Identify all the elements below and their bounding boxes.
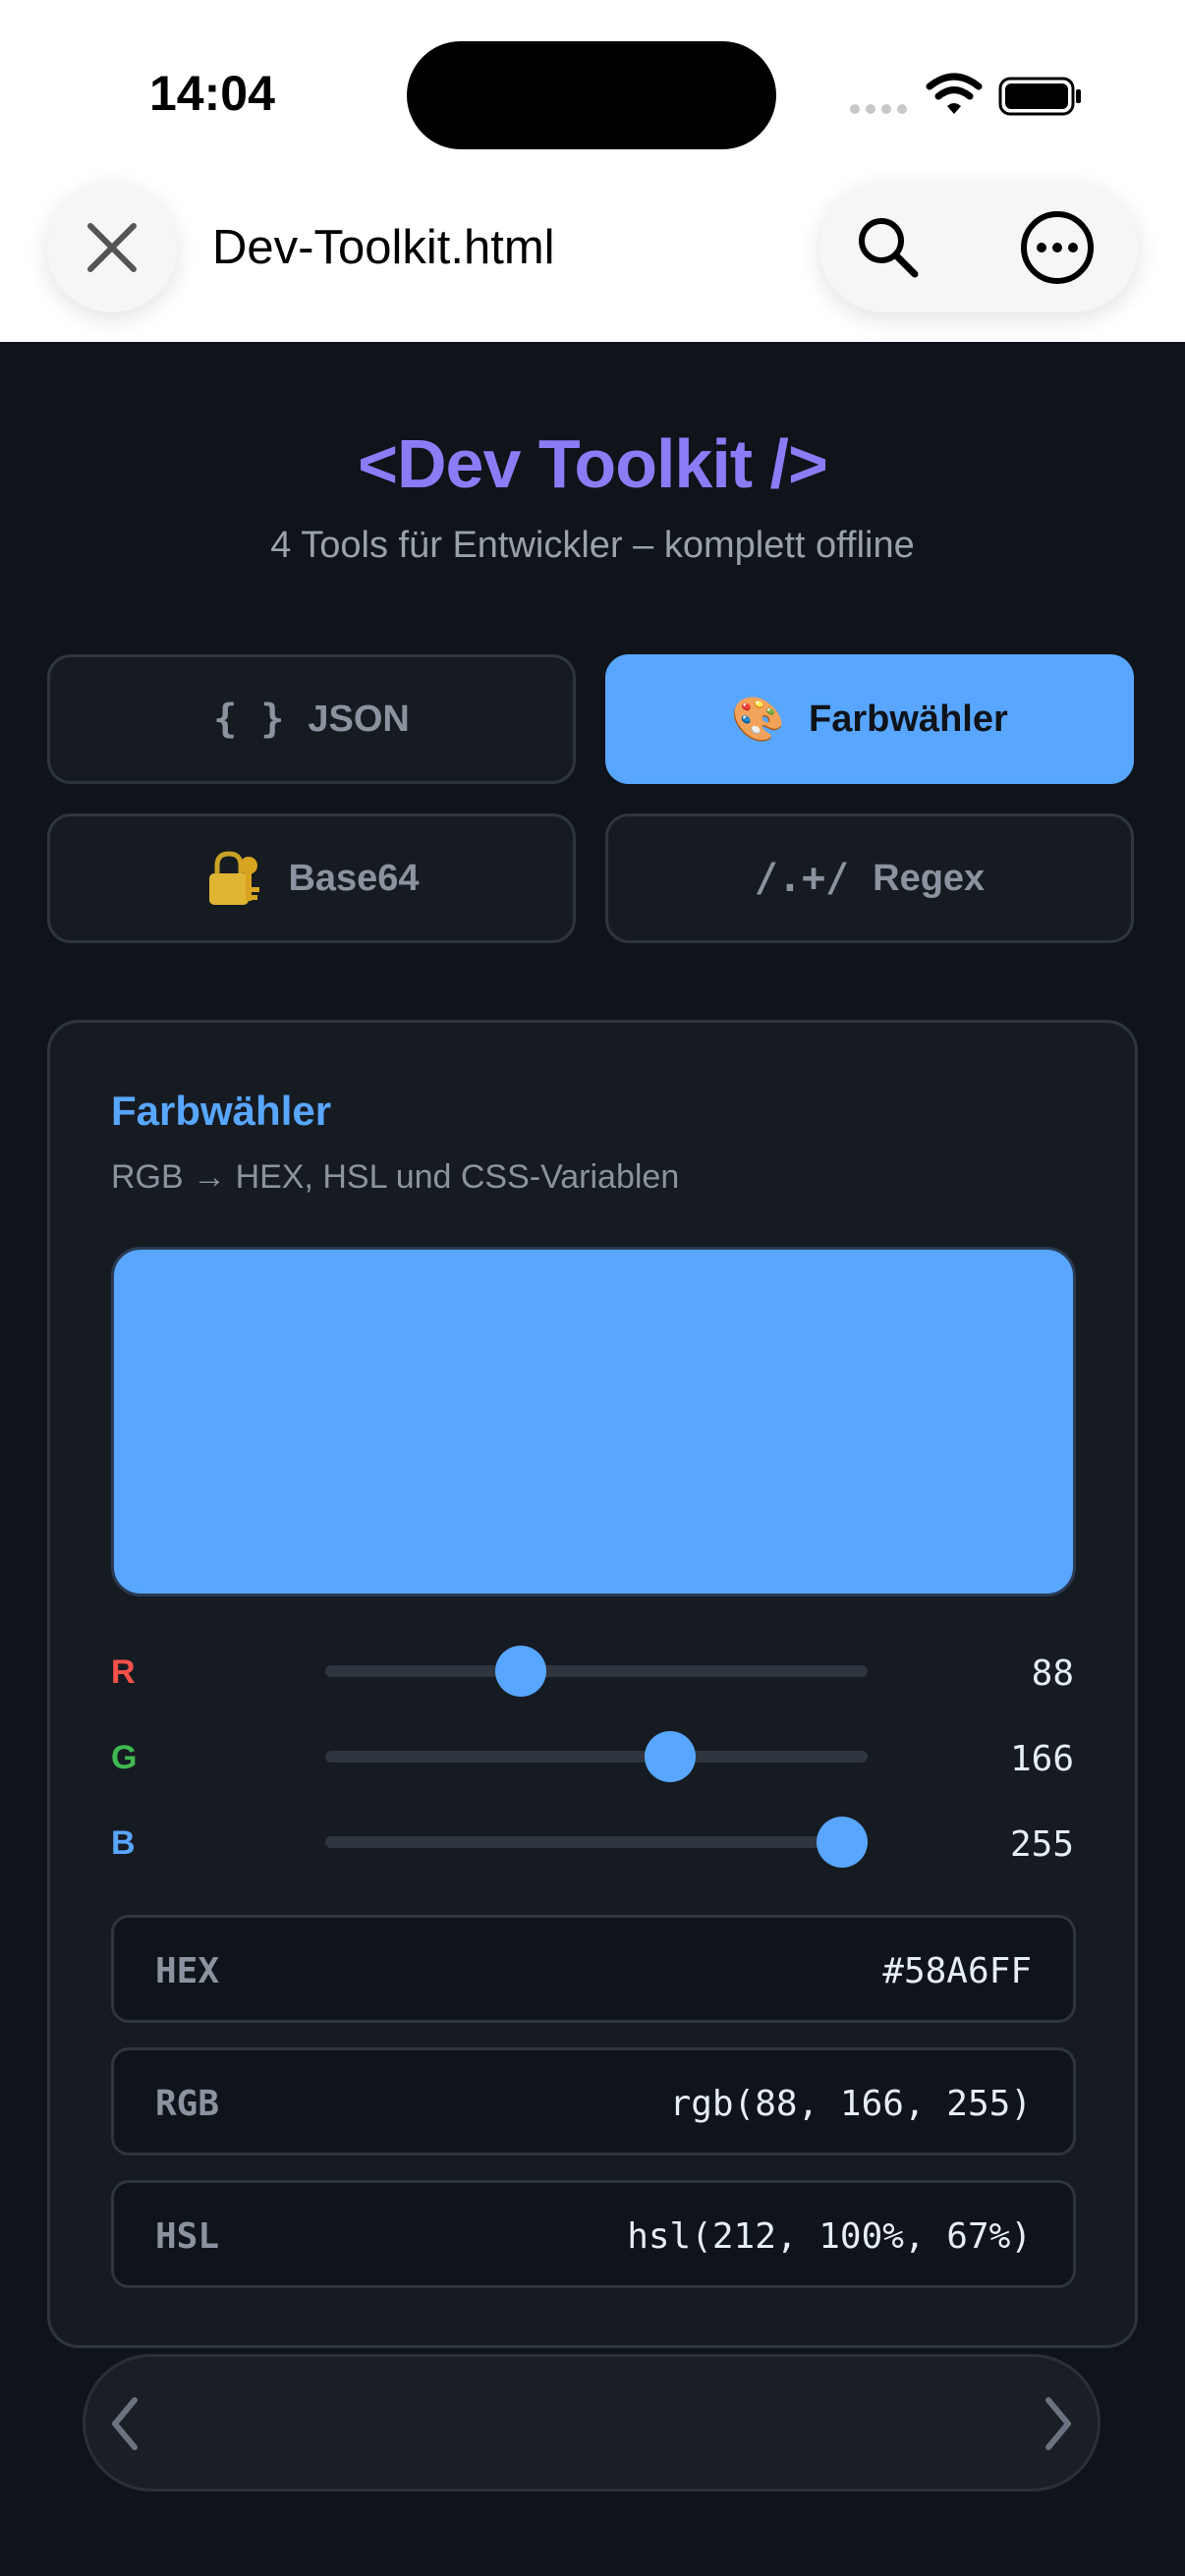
wifi-icon	[926, 73, 983, 114]
close-button[interactable]	[47, 183, 177, 312]
more-icon	[1021, 211, 1094, 284]
close-icon	[87, 223, 137, 272]
chevron-left-icon	[112, 2397, 138, 2450]
slider-thumb-r[interactable]	[494, 1646, 546, 1697]
slider-g[interactable]	[325, 1731, 868, 1782]
tab-json[interactable]: { } JSON	[47, 654, 576, 784]
chevron-right-icon	[1045, 2397, 1071, 2450]
hex-output[interactable]: HEX #58A6FF	[111, 1915, 1076, 2023]
back-button[interactable]	[95, 2394, 154, 2453]
panel-subtitle: RGB → HEX, HSL und CSS-Variablen	[111, 1158, 680, 1196]
page-title: Dev-Toolkit.html	[212, 221, 555, 274]
cellular-signal-icon	[850, 104, 907, 114]
browser-actions	[819, 183, 1138, 312]
channel-value-b: 255	[1009, 1824, 1074, 1865]
tab-label: JSON	[308, 698, 410, 740]
app-title: <Dev Toolkit />	[358, 425, 828, 502]
tab-base64[interactable]: Base64	[47, 813, 576, 943]
browser-bottom-toolbar	[83, 2354, 1100, 2492]
braces-icon: { }	[213, 697, 285, 742]
search-icon	[859, 218, 919, 278]
tab-color-picker[interactable]: 🎨 Farbwähler	[605, 654, 1134, 784]
output-value: hsl(212, 100%, 67%)	[627, 2216, 1032, 2257]
slider-b[interactable]	[325, 1817, 868, 1868]
tab-label: Regex	[873, 857, 986, 899]
channel-value-r: 88	[1031, 1653, 1074, 1694]
status-time: 14:04	[149, 66, 275, 121]
dynamic-island	[407, 41, 776, 149]
more-button[interactable]	[1014, 204, 1100, 291]
channel-label-b: B	[111, 1824, 136, 1862]
output-key: HEX	[155, 1951, 220, 1991]
tab-regex[interactable]: /.+/ Regex	[605, 813, 1134, 943]
output-value: #58A6FF	[882, 1951, 1032, 1991]
tab-label: Farbwähler	[809, 698, 1008, 740]
slider-r[interactable]	[325, 1646, 868, 1697]
browser-top-bar: 14:04 Dev-Toolkit.html	[0, 0, 1185, 342]
lock-key-icon	[203, 848, 264, 909]
color-picker-panel: Farbwähler RGB → HEX, HSL und CSS-Variab…	[47, 1020, 1138, 2348]
channel-value-g: 166	[1009, 1739, 1074, 1779]
app-subtitle: 4 Tools für Entwickler – komplett offlin…	[270, 525, 915, 566]
slider-thumb-b[interactable]	[817, 1817, 868, 1868]
output-value: rgb(88, 166, 255)	[669, 2084, 1032, 2124]
panel-title: Farbwähler	[111, 1088, 332, 1134]
regex-icon: /.+/	[754, 856, 850, 901]
forward-button[interactable]	[1029, 2394, 1088, 2453]
output-key: HSL	[155, 2216, 220, 2257]
battery-icon	[998, 77, 1081, 116]
tab-label: Base64	[288, 857, 420, 899]
rgb-output[interactable]: RGB rgb(88, 166, 255)	[111, 2047, 1076, 2156]
palette-icon: 🎨	[731, 696, 786, 744]
channel-label-r: R	[111, 1653, 136, 1691]
hsl-output[interactable]: HSL hsl(212, 100%, 67%)	[111, 2180, 1076, 2288]
slider-thumb-g[interactable]	[645, 1731, 697, 1782]
output-key: RGB	[155, 2084, 220, 2124]
channel-label-g: G	[111, 1739, 138, 1776]
color-preview-swatch	[111, 1247, 1076, 1596]
search-button[interactable]	[849, 208, 928, 287]
